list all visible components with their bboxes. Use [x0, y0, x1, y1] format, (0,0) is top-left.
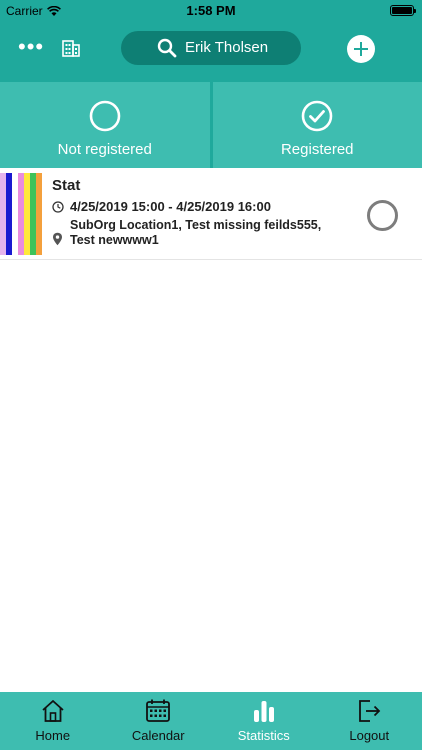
nav-label: Calendar [131, 728, 185, 743]
nav-calendar[interactable]: Calendar [106, 692, 212, 750]
event-time: 4/25/2019 15:00 - 4/25/2019 16:00 [52, 199, 271, 214]
event-title: Stat [52, 177, 81, 194]
check-circle-icon [301, 100, 333, 132]
event-color-stripe [36, 173, 42, 255]
logout-icon [359, 700, 381, 722]
tab-registered[interactable]: Registered [209, 82, 422, 168]
nav-label: Home [35, 728, 71, 743]
location-pin-icon [53, 232, 62, 246]
search-user-name: Erik Tholsen [185, 39, 269, 56]
nav-label: Statistics [237, 728, 290, 743]
tab-label: Registered [280, 141, 354, 158]
event-list-item[interactable]: Stat 4/25/2019 15:00 - 4/25/2019 16:00 S… [0, 168, 422, 260]
event-location-text: SubOrg Location1, Test missing feilds555… [70, 218, 322, 247]
status-time: 1:58 PM [186, 3, 236, 18]
nav-statistics[interactable]: Statistics [211, 692, 317, 750]
status-bar: Carrier 1:58 PM [0, 0, 422, 22]
bar-chart-icon [253, 701, 274, 722]
plus-circle-icon[interactable] [347, 35, 375, 63]
ellipsis-icon[interactable]: ••• [18, 36, 44, 58]
registration-status-icon[interactable] [367, 200, 398, 231]
event-color-stripes [0, 173, 42, 255]
user-search-button[interactable]: Erik Tholsen [121, 31, 301, 65]
nav-home[interactable]: Home [0, 692, 106, 750]
bottom-navigation: Home Calendar Statistics Logout [0, 692, 422, 750]
tab-label: Not registered [57, 141, 152, 158]
circle-outline-icon [89, 100, 121, 132]
clock-icon [52, 200, 64, 213]
event-time-range: 4/25/2019 15:00 - 4/25/2019 16:00 [70, 199, 271, 214]
tab-not-registered[interactable]: Not registered [0, 82, 210, 168]
home-icon [42, 700, 64, 722]
search-icon [157, 38, 177, 58]
nav-logout[interactable]: Logout [317, 692, 422, 750]
battery-icon [390, 5, 416, 16]
app-header: ••• Erik Tholsen [0, 22, 422, 82]
registration-tabs: Not registered Registered [0, 82, 422, 168]
nav-label: Logout [349, 728, 390, 743]
event-location: SubOrg Location1, Test missing feilds555… [52, 218, 322, 248]
building-icon[interactable] [62, 39, 80, 57]
calendar-icon [146, 699, 171, 722]
